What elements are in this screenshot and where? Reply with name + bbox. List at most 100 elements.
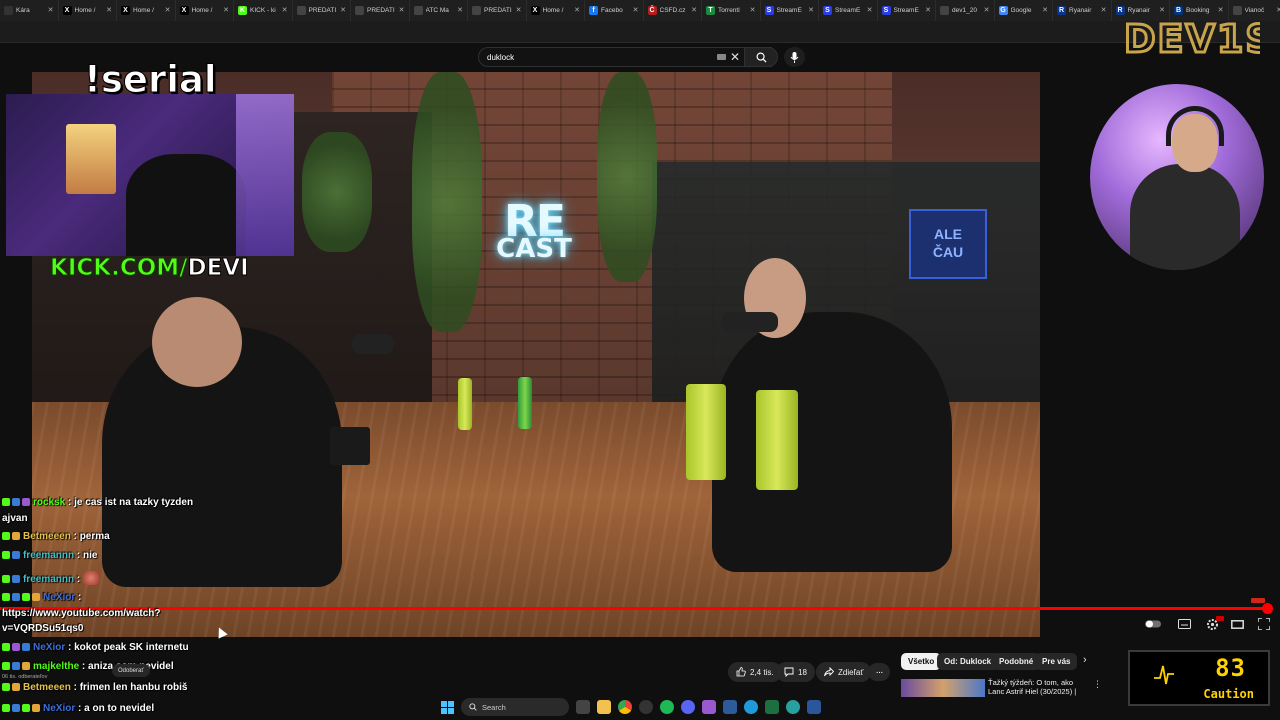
close-tab-icon[interactable]: ✕ <box>1042 6 1048 14</box>
chat-badge-icon <box>22 593 30 601</box>
close-tab-icon[interactable]: ✕ <box>633 6 639 14</box>
browser-tab[interactable]: f Facebo ✕ <box>585 0 644 21</box>
close-tab-icon[interactable]: ✕ <box>457 6 463 14</box>
close-tab-icon[interactable]: ✕ <box>48 6 54 14</box>
browser-tab[interactable]: S StreamE ✕ <box>761 0 819 21</box>
chat-badge-icon <box>12 532 20 540</box>
word-icon[interactable] <box>807 700 821 714</box>
chat-username[interactable]: majkelthe <box>33 661 79 672</box>
browser-tab[interactable]: K KICK - ki ✕ <box>234 0 293 21</box>
chips-next-arrow[interactable]: › <box>1083 654 1087 666</box>
browser-tab[interactable]: R Ryanair ✕ <box>1053 0 1112 21</box>
browser-tab[interactable]: T Torrentl ✕ <box>702 0 761 21</box>
like-count[interactable]: 2,4 tis. <box>750 668 774 677</box>
close-tab-icon[interactable]: ✕ <box>984 6 990 14</box>
windows-start-icon[interactable] <box>440 700 454 714</box>
chrome-icon[interactable] <box>618 700 632 714</box>
browser-tab-label: Home / <box>133 7 154 14</box>
browser-tab[interactable]: Č ČSFD.cz ✕ <box>644 0 702 21</box>
close-tab-icon[interactable]: ✕ <box>1276 6 1280 14</box>
browser-tab[interactable]: X Home / ✕ <box>117 0 176 21</box>
obs-icon[interactable] <box>639 700 653 714</box>
video-progress-bar[interactable] <box>0 607 1268 610</box>
browser-tab[interactable]: ATC Ma ✕ <box>410 0 468 21</box>
browser-tab[interactable]: X Home / ✕ <box>527 0 585 21</box>
close-tab-icon[interactable]: ✕ <box>808 6 814 14</box>
browser-tab[interactable]: PREDATI ✕ <box>293 0 351 21</box>
browser-tab[interactable]: Kára ✕ <box>0 0 59 21</box>
chat-app-icon[interactable] <box>786 700 800 714</box>
meter-label: Caution <box>1203 687 1254 701</box>
browser-tab[interactable]: X Home / ✕ <box>176 0 234 21</box>
close-tab-icon[interactable]: ✕ <box>574 6 580 14</box>
search-input[interactable]: duklock <box>478 47 772 67</box>
autoplay-toggle[interactable] <box>1145 617 1161 631</box>
chat-text: : nie <box>74 550 98 561</box>
browser-tab[interactable]: PREDATI ✕ <box>351 0 410 21</box>
excel-icon[interactable] <box>765 700 779 714</box>
chat-username[interactable]: freemannn <box>23 550 74 561</box>
keyboard-icon[interactable] <box>717 54 726 60</box>
theater-mode-button[interactable] <box>1229 617 1245 631</box>
chat-badge-icon <box>2 532 10 540</box>
chat-username[interactable]: Betmeeen <box>23 682 71 693</box>
fullscreen-button[interactable] <box>1256 617 1272 631</box>
close-tab-icon[interactable]: ✕ <box>165 6 171 14</box>
search-button[interactable] <box>744 47 778 67</box>
close-tab-icon[interactable]: ✕ <box>691 6 697 14</box>
chat-username[interactable]: NeXior <box>33 642 65 653</box>
chip-all[interactable]: Všetko <box>901 653 942 670</box>
webcam-overlay-left <box>6 94 294 256</box>
close-tab-icon[interactable]: ✕ <box>223 6 229 14</box>
close-tab-icon[interactable]: ✕ <box>516 6 522 14</box>
taskbar-search[interactable]: Search <box>461 698 569 716</box>
spotify-icon[interactable] <box>660 700 674 714</box>
x-favicon-icon: X <box>179 6 189 15</box>
subscribe-button[interactable]: Odoberať <box>112 664 150 677</box>
calculator-icon[interactable] <box>723 700 737 714</box>
chip-related[interactable]: Podobné <box>992 653 1041 670</box>
discord-icon[interactable] <box>681 700 695 714</box>
chat-username[interactable]: freemannn <box>23 574 74 585</box>
close-tab-icon[interactable]: ✕ <box>399 6 405 14</box>
kick-channel-name: DEVI <box>187 255 249 282</box>
browser-tab[interactable]: S StreamE ✕ <box>878 0 936 21</box>
browser-tab[interactable]: S StreamE ✕ <box>819 0 878 21</box>
close-tab-icon[interactable]: ✕ <box>340 6 346 14</box>
browser-tab[interactable]: X Home / ✕ <box>59 0 117 21</box>
chat-username[interactable]: Betmeeen <box>23 531 71 542</box>
browser-tab[interactable]: PREDATI ✕ <box>468 0 527 21</box>
chip-from-channel[interactable]: Od: Duklock <box>937 653 999 670</box>
close-tab-icon[interactable]: ✕ <box>867 6 873 14</box>
chat-message: https://www.youtube.com/watch? <box>2 608 161 619</box>
streamerbot-icon[interactable] <box>702 700 716 714</box>
edge-icon[interactable] <box>744 700 758 714</box>
comments-button[interactable]: 18 <box>776 662 815 682</box>
chat-badge-icon <box>2 643 10 651</box>
share-button[interactable]: Zdieľať <box>816 662 872 682</box>
subtitles-button[interactable] <box>1176 617 1192 631</box>
close-tab-icon[interactable]: ✕ <box>925 6 931 14</box>
browser-tab[interactable]: dev1_20 ✕ <box>936 0 995 21</box>
close-tab-icon[interactable]: ✕ <box>106 6 112 14</box>
recommended-more-icon[interactable]: ⋮ <box>1093 679 1102 690</box>
thumbs-up-icon[interactable] <box>736 667 746 677</box>
recommended-video-thumbnail[interactable] <box>901 679 985 697</box>
settings-button[interactable] <box>1204 616 1224 631</box>
browser-tab-label: Home / <box>542 7 564 14</box>
browser-tab[interactable]: G Google ✕ <box>995 0 1053 21</box>
task-view-icon[interactable] <box>576 700 590 714</box>
file-explorer-icon[interactable] <box>597 700 611 714</box>
chat-username[interactable]: rocksk <box>33 497 65 508</box>
close-tab-icon[interactable]: ✕ <box>750 6 756 14</box>
more-actions-button[interactable]: ··· <box>868 663 890 681</box>
close-tab-icon[interactable]: ✕ <box>282 6 288 14</box>
chat-username[interactable]: NeXior <box>43 703 75 714</box>
recommended-video-title[interactable]: Ťažký týždeň: O tom, ako Lanc Astrif Hie… <box>988 678 1088 696</box>
voice-search-button[interactable] <box>784 47 805 67</box>
close-tab-icon[interactable]: ✕ <box>1101 6 1107 14</box>
chat-username[interactable]: NeXior <box>43 592 75 603</box>
clear-search-icon[interactable]: ✕ <box>730 50 740 64</box>
progress-scrubber[interactable] <box>1262 603 1274 614</box>
chip-for-you[interactable]: Pre vás <box>1035 653 1078 670</box>
